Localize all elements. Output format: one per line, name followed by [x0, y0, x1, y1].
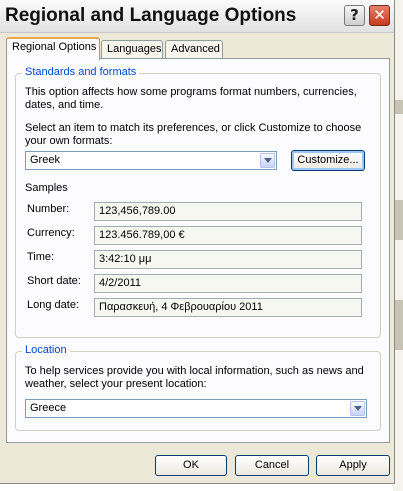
sample-value-long-date: Παρασκευή, 4 Φεβρουαρίου 2011: [94, 298, 362, 317]
samples-label: Samples: [25, 182, 68, 194]
sample-label-short-date: Short date:: [27, 275, 81, 287]
description-line: dates, and time.: [25, 99, 104, 111]
cancel-button[interactable]: Cancel: [235, 455, 309, 476]
tab-label: Languages: [107, 43, 162, 55]
help-button[interactable]: ?: [344, 5, 365, 26]
description-line: This option affects how some programs fo…: [25, 86, 357, 98]
desktop-artifact: [395, 200, 403, 240]
group-title: Location: [22, 344, 70, 356]
standards-formats-group: Standards and formats This option affect…: [15, 66, 381, 338]
location-description-line: To help services provide you with local …: [25, 365, 364, 377]
group-title: Standards and formats: [22, 66, 140, 78]
chevron-down-icon[interactable]: [350, 401, 365, 416]
sample-label-currency: Currency:: [27, 227, 75, 239]
desktop-artifact: [395, 300, 403, 350]
ok-button[interactable]: OK: [155, 455, 227, 476]
window-title: Regional and Language Options: [5, 5, 297, 26]
help-icon: ?: [350, 6, 359, 24]
sample-label-long-date: Long date:: [27, 299, 79, 311]
desktop-artifact: [395, 100, 403, 114]
location-group: Location To help services provide you wi…: [15, 344, 381, 431]
tab-panel-regional-options: Standards and formats This option affect…: [6, 58, 390, 443]
sample-value-short-date: 4/2/2011: [94, 274, 362, 293]
sample-value-number: 123,456,789.00: [94, 202, 362, 221]
close-button[interactable]: ✕: [369, 5, 390, 26]
dialog-window: Regional and Language Options ? ✕ Region…: [0, 0, 395, 484]
tab-label: Advanced: [171, 43, 220, 55]
customize-button[interactable]: Customize...: [291, 150, 365, 171]
select-prompt-line: Select an item to match its preferences,…: [25, 122, 362, 134]
title-bar[interactable]: Regional and Language Options ? ✕: [0, 0, 394, 33]
sample-value-currency: 123.456.789,00 €: [94, 226, 362, 245]
format-select[interactable]: Greek: [25, 151, 277, 170]
tab-languages[interactable]: Languages: [101, 40, 163, 58]
sample-label-number: Number:: [27, 203, 70, 215]
apply-button[interactable]: Apply: [316, 455, 390, 476]
select-prompt-line: your own formats:: [25, 135, 113, 147]
close-icon: ✕: [373, 6, 386, 24]
chevron-down-icon[interactable]: [260, 153, 275, 168]
location-description-line: weather, select your present location:: [25, 378, 207, 390]
tab-advanced[interactable]: Advanced: [165, 40, 223, 58]
sample-label-time: Time:: [27, 251, 55, 263]
location-select[interactable]: Greece: [25, 399, 367, 418]
tab-label: Regional Options: [12, 41, 97, 53]
sample-value-time: 3:42:10 μμ: [94, 250, 362, 269]
location-value: Greece: [30, 402, 67, 414]
tab-regional-options[interactable]: Regional Options: [6, 37, 100, 60]
format-value: Greek: [30, 154, 60, 166]
